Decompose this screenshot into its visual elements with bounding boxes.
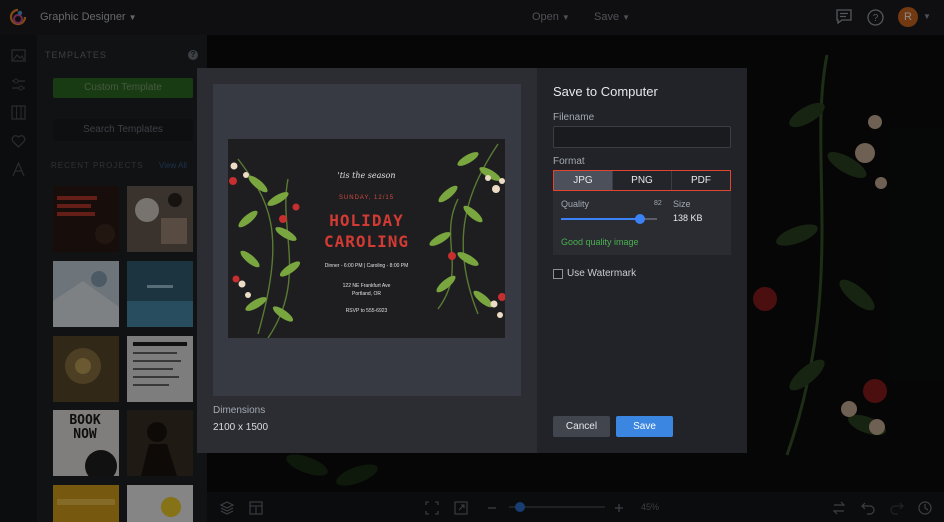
quality-value: 82 <box>654 200 662 207</box>
size-label: Size <box>673 199 691 209</box>
watermark-label[interactable]: Use Watermark <box>567 268 636 279</box>
quality-note: Good quality image <box>561 237 639 247</box>
format-option-pdf[interactable]: PDF <box>672 171 730 190</box>
card-date: SUNDAY, 12/15 <box>338 195 395 201</box>
watermark-checkbox[interactable] <box>553 269 563 279</box>
save-button[interactable]: Save <box>616 416 673 437</box>
dialog-title: Save to Computer <box>553 84 658 99</box>
quality-panel: Quality 82 Size 138 KB Good quality imag… <box>553 191 731 255</box>
save-options-panel: Save to Computer Filename Format JPG PNG… <box>537 68 747 453</box>
size-value: 138 KB <box>673 213 703 223</box>
card-schedule: Dinner - 6:00 PM | Caroling - 8:00 PM <box>324 263 409 269</box>
cancel-button[interactable]: Cancel <box>553 416 610 437</box>
format-label: Format <box>553 156 585 167</box>
card-address-line2: Portland, OR <box>352 291 381 297</box>
card-rsvp: RSVP to 555-6923 <box>345 308 388 314</box>
card-title-line1: HOLIDAY <box>329 211 404 230</box>
quality-label: Quality <box>561 199 590 209</box>
format-option-png[interactable]: PNG <box>613 171 672 190</box>
format-option-jpg[interactable]: JPG <box>554 171 613 190</box>
card-tagline: 'tis the season <box>337 171 396 180</box>
app-window: Graphic Designer ▼ Open ▼ Save ▼ ? R ▼ TEMP… <box>0 0 944 522</box>
card-title-line2: CAROLING <box>323 232 410 251</box>
dimensions-value: 2100 x 1500 <box>213 422 269 433</box>
filename-input[interactable] <box>553 126 731 148</box>
quality-slider-fill <box>561 218 640 220</box>
design-preview-card: 'tis the season SUNDAY, 12/15 HOLIDAY CA… <box>228 139 505 338</box>
dimensions-label: Dimensions <box>213 405 266 416</box>
format-selector: JPG PNG PDF <box>553 170 731 191</box>
quality-slider-handle[interactable] <box>634 214 645 224</box>
filename-label: Filename <box>553 112 595 123</box>
card-address-line1: 122 NE Frankfurt Ave <box>342 283 391 289</box>
